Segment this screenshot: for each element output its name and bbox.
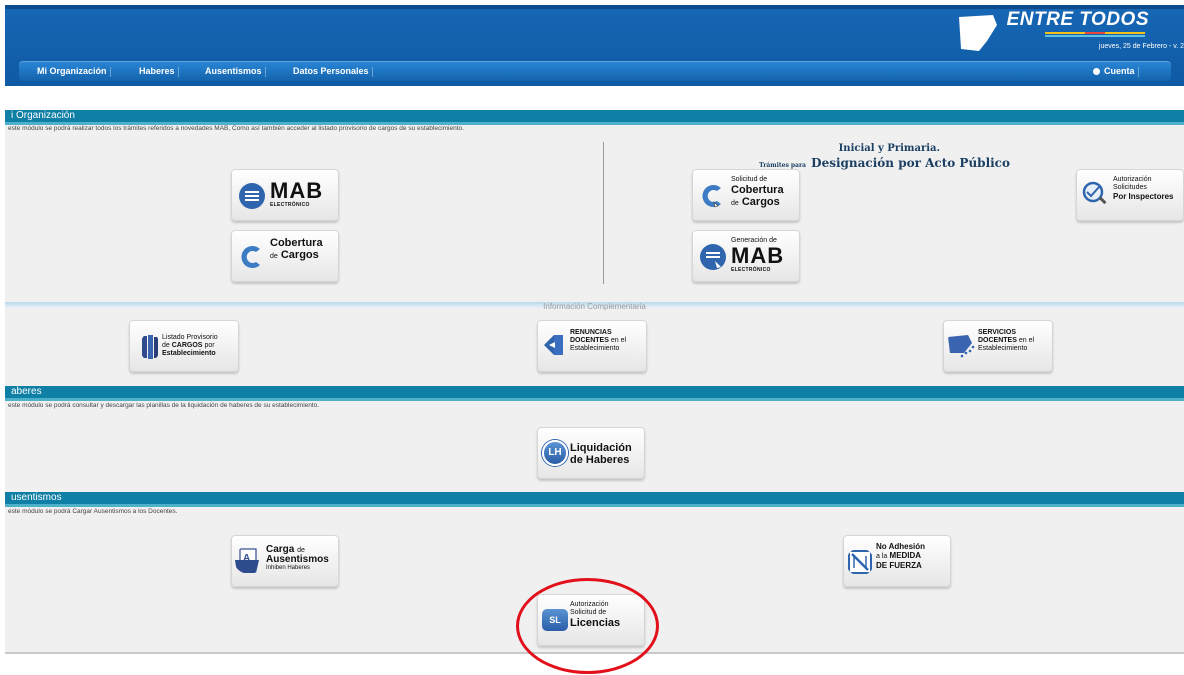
nav-separator xyxy=(109,66,111,77)
noadhesion-line1: No Adhesión xyxy=(876,542,926,551)
servicios-line3: Establecimiento xyxy=(978,345,1028,352)
noadhesion-line2b: MEDIDA xyxy=(889,551,922,560)
servicios-docentes-button[interactable]: SERVICIOS DOCENTES en el Establecimiento xyxy=(943,320,1053,372)
column-divider xyxy=(603,142,604,284)
cobertura-line2: Cargos xyxy=(280,249,319,261)
account-label: Cuenta xyxy=(1104,66,1135,76)
solicitud-cobertura-button[interactable]: Solicitud de Cobertura de Cargos xyxy=(692,169,800,221)
solicitud-c-icon xyxy=(702,185,721,208)
solicitud-prefix: de xyxy=(731,200,739,207)
servicios-line2b: en el xyxy=(1018,337,1035,344)
lh-icon: LH xyxy=(542,440,568,466)
document-icon xyxy=(142,335,158,359)
section-description-ausentismos: este módulo se podrá Cargar Ausentismos … xyxy=(8,508,178,515)
designacion-heading-small: Trámites para xyxy=(759,162,807,169)
carga-line3: Inhiben Haberes xyxy=(266,565,311,571)
servicios-line1: SERVICIOS xyxy=(978,329,1016,336)
carga-line1b: de xyxy=(297,547,305,554)
nav-label: Haberes xyxy=(139,66,175,76)
mab-title: MAB xyxy=(270,178,324,203)
listado-line2b: CARGOS xyxy=(171,342,203,349)
listado-line1: Listado Provisorio xyxy=(162,334,218,341)
exit-person-icon xyxy=(544,335,563,355)
generacion-subtitle: ELECTRÓNICO xyxy=(731,267,771,273)
carga-ausentismos-button[interactable]: A Carga de Ausentismos Inhiben Haberes xyxy=(231,535,339,587)
main-navbar: Mi Organización Haberes Ausentismos Dato… xyxy=(19,61,1171,81)
mab-electronico-button[interactable]: MAB ELECTRÓNICO xyxy=(231,169,339,221)
solicitud-top: Solicitud de xyxy=(731,176,768,183)
listado-cargos-button[interactable]: Listado Provisorio de CARGOS por Estable… xyxy=(129,320,239,372)
autinsp-line1: Autorización xyxy=(1113,176,1152,183)
listado-line3: Establecimiento xyxy=(162,350,216,357)
complementaria-title: Información Complementaria xyxy=(543,302,646,311)
generacion-mab-icon xyxy=(700,244,726,270)
account-menu[interactable]: Cuenta xyxy=(1093,61,1139,81)
map-dots-icon xyxy=(948,335,975,358)
noadhesion-line2a: a la xyxy=(876,553,888,560)
noadhesion-line3: DE FUERZA xyxy=(876,561,922,570)
nav-label: Mi Organización xyxy=(37,66,107,76)
province-map-icon xyxy=(959,15,997,51)
solicitud-mid: Cobertura xyxy=(731,184,784,196)
header: ENTRE TODOS jueves, 25 de Febrero - v. 2… xyxy=(5,5,1184,86)
nav-separator xyxy=(1137,66,1139,77)
section-band-haberes: aberes xyxy=(5,386,1184,398)
carga-line2: Ausentismos xyxy=(266,554,329,565)
mab-subtitle: ELECTRÓNICO xyxy=(270,202,310,208)
cobertura-prefix: de xyxy=(270,253,278,260)
solicitud-bottom: Cargos xyxy=(741,196,780,208)
servicios-line2a: DOCENTES xyxy=(978,337,1017,344)
section-title-organizacion: i Organización xyxy=(11,110,75,121)
liquidacion-haberes-button[interactable]: LH Liquidación de Haberes xyxy=(537,427,645,479)
renuncias-line2b: en el xyxy=(610,337,627,344)
nav-mi-organizacion[interactable]: Mi Organización xyxy=(37,61,111,81)
no-adhesion-button[interactable]: No Adhesión a la MEDIDA DE FUERZA xyxy=(843,535,951,587)
brand-title: ENTRE TODOS xyxy=(1006,9,1149,30)
generacion-title: MAB xyxy=(731,243,785,268)
user-icon xyxy=(1093,68,1100,76)
nav-separator xyxy=(371,66,373,77)
designacion-heading-big: Designación por Acto Público xyxy=(811,156,1010,170)
listado-line2a: de xyxy=(162,342,170,349)
nav-separator xyxy=(177,66,179,77)
autinsp-line2: Solicitudes xyxy=(1113,184,1147,191)
renuncias-line2a: DOCENTES xyxy=(570,337,609,344)
app-root: ENTRE TODOS jueves, 25 de Febrero - v. 2… xyxy=(0,0,1184,675)
section-description-haberes: este módulo se podrá consultar y descarg… xyxy=(8,402,320,409)
autorizacion-inspectores-button[interactable]: Autorización Solicitudes Por Inspectores xyxy=(1076,169,1184,221)
folder-a-icon: A xyxy=(235,548,259,573)
cobertura-cargos-button[interactable]: Cobertura de Cargos xyxy=(231,230,339,282)
highlight-annotation-circle xyxy=(516,578,659,674)
generacion-mab-button[interactable]: Generación de MAB ELECTRÓNICO xyxy=(692,230,800,282)
nav-ausentismos[interactable]: Ausentismos xyxy=(205,61,266,81)
section-band-ausentismos: usentismos xyxy=(5,492,1184,504)
mab-icon xyxy=(239,183,265,209)
header-date: jueves, 25 de Febrero - v. 2 xyxy=(1098,43,1184,50)
renuncias-line3: Establecimiento xyxy=(570,345,620,352)
brand-color-lines-icon xyxy=(1045,32,1145,37)
liquidacion-line1: Liquidación xyxy=(570,442,632,454)
no-symbol-icon xyxy=(848,550,872,574)
section-description-organizacion: este módulo se podrá realizar todos los … xyxy=(8,125,464,132)
nav-haberes[interactable]: Haberes xyxy=(139,61,179,81)
magnifier-check-icon xyxy=(1082,181,1107,205)
section-title-ausentismos: usentismos xyxy=(11,492,62,503)
listado-line2c: por xyxy=(204,342,215,349)
cobertura-line1: Cobertura xyxy=(270,237,323,249)
renuncias-line1: RENUNCIAS xyxy=(570,329,612,336)
nav-datos-personales[interactable]: Datos Personales xyxy=(293,61,373,81)
section-band-organizacion: i Organización xyxy=(5,110,1184,122)
nav-separator xyxy=(264,66,266,77)
section-title-haberes: aberes xyxy=(11,386,42,397)
nav-label: Datos Personales xyxy=(293,66,369,76)
cobertura-c-icon xyxy=(241,246,260,268)
renuncias-docentes-button[interactable]: RENUNCIAS DOCENTES en el Establecimiento xyxy=(537,320,647,372)
autinsp-line3: Por Inspectores xyxy=(1113,192,1174,201)
nav-label: Ausentismos xyxy=(205,66,262,76)
liquidacion-line2: de Haberes xyxy=(570,454,630,466)
